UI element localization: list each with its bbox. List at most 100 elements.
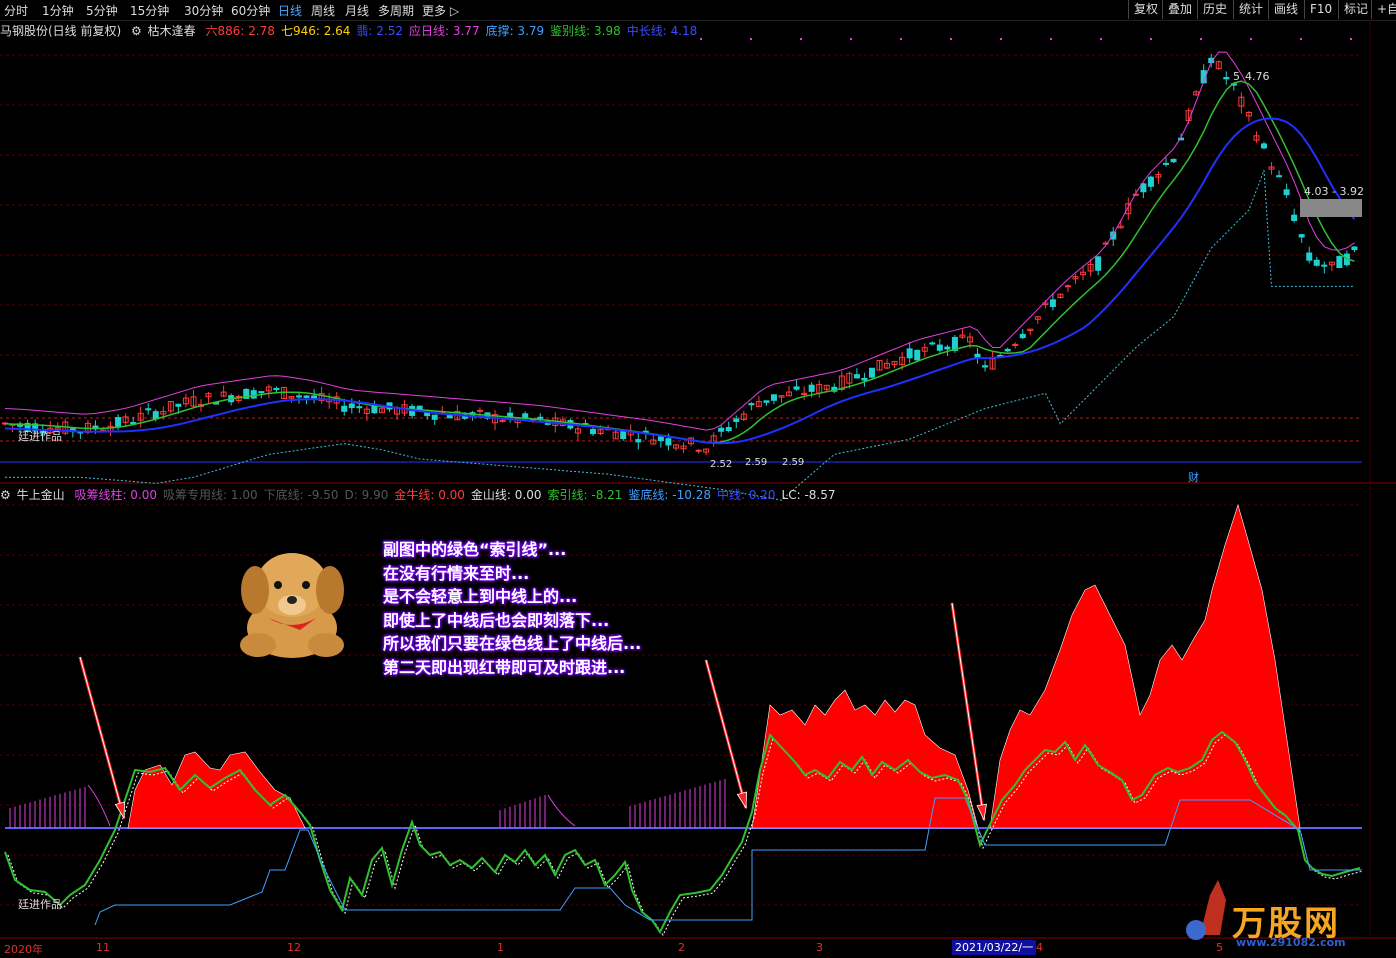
candle-body [356,406,363,409]
accumulation-curve [547,794,576,827]
marker-dot [1300,38,1302,40]
range-box [1300,199,1362,217]
low-price-label: 2.59 [745,457,767,468]
annotation-line: 是不会轻意上到中线上的... [383,587,578,606]
indicator-value: 吸筹专用线: 1.00 [163,488,258,502]
candle-body [476,409,483,412]
arrow-highlight [705,659,747,809]
candle-body [635,439,642,443]
xaxis-label: 3 [816,941,823,954]
low-price-label: 2.59 [782,457,804,468]
candle-body [431,414,438,420]
candle-body [1321,264,1328,267]
candle-body [1298,234,1305,238]
indicator-value: 应日线: 3.77 [409,24,480,38]
candle-body [1306,252,1313,261]
candle-body [115,417,122,427]
marker-dot [1050,38,1052,40]
indicator-value: 七946: 2.64 [280,24,351,38]
ma-line-blue [4,117,1356,445]
sub-indicator-values: 吸筹线柱: 0.00 吸筹专用线: 1.00 下底线: -9.50 D: 9.90 金牛… [74,488,841,502]
sub-indicator-name[interactable]: 牛上金山 [17,488,65,502]
puppy-icon [241,566,269,614]
candle-body [446,414,453,419]
candle-body [1170,158,1177,163]
candle-body [914,349,921,361]
indicator-value: 鉴别线: 3.98 [550,24,621,38]
indicator-name[interactable]: 枯木逢春 [148,24,196,38]
candle-body [273,387,280,391]
main-watermark: 廷进作品 [18,430,62,443]
marker-dot [1000,38,1002,40]
candle-body [793,386,800,390]
candle-body [250,390,257,399]
indicator-value: 吸筹线柱: 0.00 [74,488,158,502]
candle-body [1162,162,1169,165]
indicator-value: 下底线: -9.50 [263,488,339,502]
candle-body [1132,193,1139,196]
candle-body [1223,77,1230,80]
candle-body [1110,231,1117,240]
candle-body [657,436,664,441]
candle-body [1283,189,1290,196]
marker-dot [850,38,852,40]
settings-icon[interactable]: ⚙ [0,488,11,502]
indicator-value: 中线: 0.20 [716,488,776,502]
candle-body [311,395,318,399]
kline-chart[interactable]: 5 4.764.03 - 3.922.52 2.59 2.59廷进作品财廷进作品 [0,0,1396,958]
annotation-line: 所以我们只要在绿色线上了中线后... [383,634,642,653]
gold-mountain-area [751,689,979,829]
main-indicator-values: 六886: 2.78 七946: 2.64 翡: 2.52 应日线: 3.77 底撑: … [205,24,703,38]
candle-body [341,405,348,412]
marker-dot [800,38,802,40]
xaxis-label: 11 [96,941,110,954]
puppy-icon [274,581,282,589]
candle-body [733,418,740,422]
annotation-line: 在没有行情来至时... [383,563,530,583]
puppy-icon [287,596,297,604]
candle-body [175,403,182,407]
indicator-value: 鉴底线: -10.28 [628,488,711,502]
candle-body [1351,246,1358,251]
indicator-value: 翡: 2.52 [356,24,403,38]
indicator-value: 底撑: 3.79 [485,24,545,38]
candle-body [1064,285,1071,288]
puppy-icon [240,633,276,657]
candle-body [906,348,913,359]
candle-body [1313,259,1320,266]
stock-title: 马钢股份(日线 前复权) [0,24,122,38]
marker-dot [1200,38,1202,40]
candle-body [868,367,875,378]
xaxis-label: 5 [1216,941,1223,954]
xaxis-label: 2020年 [4,943,43,956]
candle-body [303,395,310,398]
candle-body [1336,256,1343,269]
low-price-label: 2.52 [710,459,732,470]
candle-body [936,344,943,351]
candle-body [1004,348,1011,352]
indicator-value: D: 9.90 [344,488,389,502]
candle-body [620,430,627,439]
xaxis-label: 4 [1036,941,1043,954]
marker-dot [700,38,702,40]
candle-body [348,403,355,409]
cursor-date: 2021/03/22/一 [952,940,1037,955]
candle-body [861,377,868,381]
candle-body [590,428,597,435]
candle-body [152,411,159,420]
brand-url: www.291082.com [1236,936,1346,949]
candle-body [929,342,936,345]
marker-dot [1250,38,1252,40]
candle-body [1260,143,1267,149]
candle-body [258,391,265,394]
puppy-icon [316,566,344,614]
arrow-highlight [79,656,125,819]
brand-logo-icon [1186,920,1206,940]
candle-body [1012,343,1019,346]
ma-line-green [4,80,1355,444]
finance-marker: 财 [1188,470,1199,484]
main-indicator-bar: 马钢股份(日线 前复权) ⚙ 枯木逢春 六886: 2.78 七946: 2.64… [0,22,709,38]
settings-icon[interactable]: ⚙ [131,24,142,38]
candle-body [944,346,951,350]
marker-dot [750,38,752,40]
